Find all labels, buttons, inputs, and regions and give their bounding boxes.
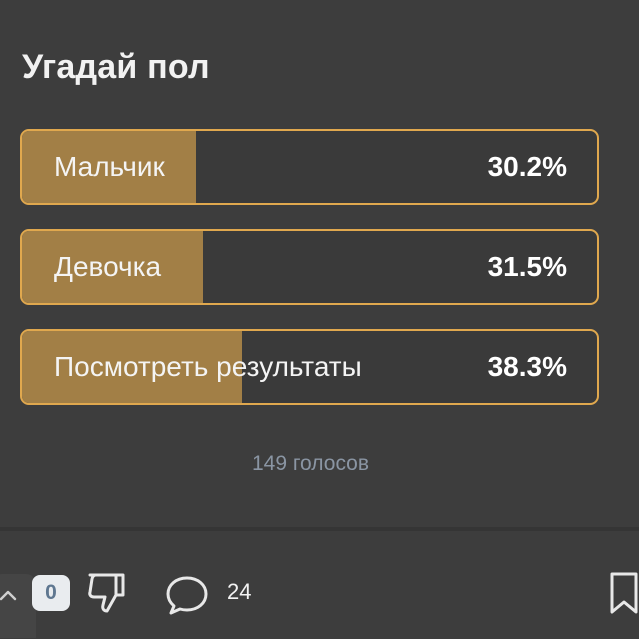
poll-option-girl[interactable]: Девочка 31.5% — [20, 229, 599, 305]
poll-option-view-results[interactable]: Посмотреть результаты 38.3% — [20, 329, 599, 405]
rating-score-badge: 0 — [32, 575, 70, 611]
bookmark-icon[interactable] — [606, 570, 639, 616]
scroll-up-button[interactable] — [0, 574, 36, 638]
comments-count[interactable]: 24 — [227, 579, 251, 605]
chevron-up-icon — [0, 590, 17, 601]
poll-votes-count: 149 голосов — [251, 452, 370, 475]
poll-option-label: Посмотреть результаты — [54, 351, 362, 382]
poll-option-label: Девочка — [54, 251, 162, 282]
poll-option-percent: 31.5% — [487, 251, 567, 282]
poll-option-percent: 30.2% — [487, 151, 567, 182]
poll-option-boy[interactable]: Мальчик 30.2% — [20, 129, 599, 205]
poll-option-label: Мальчик — [54, 151, 165, 182]
dislike-icon[interactable] — [86, 571, 126, 615]
poll-option-percent: 38.3% — [487, 351, 567, 382]
poll-title: Угадай пол — [22, 48, 210, 86]
poll-post: Угадай пол Мальчик 30.2% Девочка 31.5% П… — [0, 0, 639, 639]
comment-icon[interactable] — [164, 574, 210, 616]
